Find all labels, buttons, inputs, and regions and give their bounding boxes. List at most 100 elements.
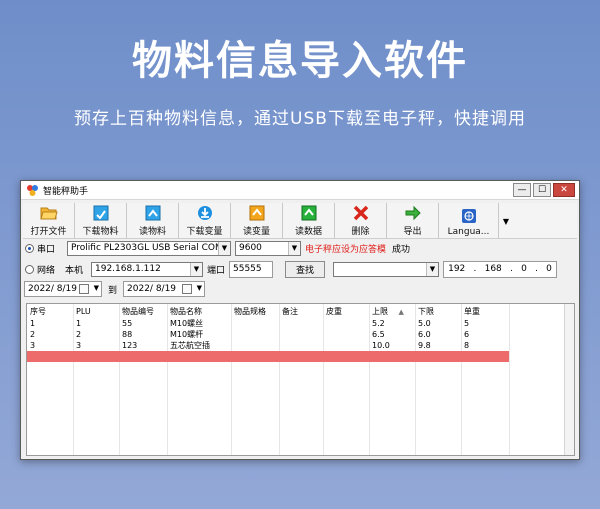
network-label: 网络 <box>37 265 56 276</box>
hero-subtitle: 预存上百种物料信息，通过USB下载至电子秤，快捷调用 <box>74 109 526 129</box>
table-row[interactable]: 3 3 123 五芯航空插 10.0 9.8 8 <box>27 340 509 351</box>
toolbar: 打开文件 下载物料 读物料 下载变量 读变量 读数据 删除 导出 Langua.… <box>23 203 577 239</box>
vertical-scrollbar[interactable] <box>564 304 574 455</box>
language-button[interactable]: Langua... <box>439 203 499 239</box>
baud-rate-value: 9600 <box>239 243 262 253</box>
table-cell: 5.2 <box>372 319 385 328</box>
window-title: 智能秤助手 <box>43 187 89 197</box>
serial-radio[interactable] <box>25 243 34 253</box>
remote-device-select[interactable]: ▼ <box>333 261 439 277</box>
language-icon <box>460 207 478 225</box>
column-header[interactable]: 下限 <box>415 306 461 317</box>
read-variable-icon <box>248 204 266 222</box>
ip-part-3: 0 <box>521 264 527 274</box>
column-header[interactable]: 序号 <box>27 306 73 317</box>
download-variable-label: 下载变量 <box>186 227 223 237</box>
table-cell: 88 <box>122 330 133 339</box>
ip-address-input[interactable]: 192 . 168 . 0 . 0 <box>443 260 557 278</box>
column-header[interactable]: 物品规格 <box>231 306 279 317</box>
table-cell: 6 <box>464 330 470 339</box>
column-header[interactable]: 单重 <box>461 306 509 317</box>
table-row[interactable]: 1 1 55 M10螺丝 5.2 5.0 5 <box>27 318 509 329</box>
download-item-button[interactable]: 下载物料 <box>75 203 127 239</box>
table-cell: 1 <box>76 319 82 328</box>
ip-dot: . <box>535 264 538 274</box>
upper-limit-header-label: 上限 <box>372 307 388 316</box>
download-item-label: 下载物料 <box>82 227 119 237</box>
date-row: 2022/ 8/19 ▼ 到 2022/ 8/19 ▼ <box>24 280 206 298</box>
start-date-picker[interactable]: 2022/ 8/19 ▼ <box>24 281 102 297</box>
table-cell: 2 <box>30 330 36 339</box>
local-ip-select[interactable]: 192.168.1.112 ▼ <box>91 261 203 277</box>
read-item-button[interactable]: 读物料 <box>127 203 179 239</box>
baud-rate-select[interactable]: 9600 ▼ <box>235 240 301 256</box>
table-cell: 55 <box>122 319 133 328</box>
port-input[interactable]: 55555 <box>229 260 273 278</box>
serial-label: 串口 <box>37 244 56 255</box>
chevron-down-icon: ▼ <box>196 284 203 292</box>
open-file-label: 打开文件 <box>30 227 67 237</box>
column-header[interactable]: 备注 <box>279 306 323 317</box>
title-bar: 智能秤助手 — ☐ ✕ <box>21 181 579 200</box>
calendar-icon <box>182 284 193 294</box>
table-cell: 2 <box>76 330 82 339</box>
table-cell <box>279 318 323 329</box>
table-cell <box>231 329 279 340</box>
column-header[interactable]: 物品编号 <box>119 306 167 317</box>
serial-port-select[interactable]: Prolific PL2303GL USB Serial COM Port ( … <box>67 240 231 256</box>
local-label: 本机 <box>65 265 84 276</box>
read-data-button[interactable]: 读数据 <box>283 203 335 239</box>
column-header[interactable]: 上限 ▲ <box>369 306 415 317</box>
chevron-down-icon: ▼ <box>218 241 230 255</box>
network-row: 网络 本机 192.168.1.112 ▼ 端口 55555 查找 ▼ 192 … <box>25 259 557 279</box>
selected-empty-row[interactable] <box>27 351 509 362</box>
find-button[interactable]: 查找 <box>285 260 325 278</box>
table-row[interactable]: 2 2 88 M10螺杆 6.5 6.0 6 <box>27 329 509 340</box>
table-cell <box>279 329 323 340</box>
calendar-icon <box>79 284 89 294</box>
read-variable-label: 读变量 <box>242 227 270 237</box>
column-divider <box>509 304 510 455</box>
serial-status-warning: 电子秤应设为应答模 <box>305 244 387 255</box>
table-cell <box>323 329 369 340</box>
material-table[interactable]: 序号 PLU 物品编号 物品名称 物品规格 备注 皮重 上限 ▲ 下限 单重 1… <box>26 303 575 456</box>
minimize-button[interactable]: — <box>513 183 531 197</box>
hero-title: 物料信息导入软件 <box>132 38 468 84</box>
read-item-label: 读物料 <box>138 227 166 237</box>
ip-part-4: 0 <box>546 264 552 274</box>
download-item-icon <box>92 204 110 222</box>
read-variable-button[interactable]: 读变量 <box>231 203 283 239</box>
read-data-label: 读数据 <box>294 227 322 237</box>
close-button[interactable]: ✕ <box>553 183 575 197</box>
download-variable-button[interactable]: 下载变量 <box>179 203 231 239</box>
delete-label: 删除 <box>351 227 370 237</box>
ip-dot: . <box>510 264 513 274</box>
delete-icon <box>352 204 370 222</box>
delete-button[interactable]: 删除 <box>335 203 387 239</box>
serial-row: 串口 Prolific PL2303GL USB Serial COM Port… <box>25 239 410 257</box>
read-item-icon <box>144 204 162 222</box>
end-date-picker[interactable]: 2022/ 8/19 ▼ <box>123 281 206 297</box>
column-header[interactable]: 物品名称 <box>167 306 231 317</box>
table-cell: 5 <box>464 319 470 328</box>
table-cell: 3 <box>76 341 82 350</box>
open-file-button[interactable]: 打开文件 <box>23 203 75 239</box>
chevron-down-icon: ▼ <box>93 284 99 292</box>
chevron-down-icon: ▼ <box>502 216 510 226</box>
ip-part-2: 168 <box>484 264 502 274</box>
network-radio[interactable] <box>25 264 34 274</box>
maximize-button[interactable]: ☐ <box>533 183 551 197</box>
export-button[interactable]: 导出 <box>387 203 439 239</box>
table-cell: 五芯航空插 <box>170 341 210 350</box>
table-cell: 8 <box>464 341 470 350</box>
table-cell <box>231 318 279 329</box>
table-cell: 3 <box>30 341 36 350</box>
column-header[interactable]: 皮重 <box>323 306 369 317</box>
export-icon <box>404 204 422 222</box>
table-cell: M10螺丝 <box>170 319 204 328</box>
toolbar-more-dropdown[interactable]: ▼ <box>499 203 513 239</box>
table-cell: 10.0 <box>372 341 390 350</box>
read-data-icon <box>300 204 318 222</box>
column-header[interactable]: PLU <box>73 306 119 317</box>
ip-dot: . <box>473 264 477 274</box>
